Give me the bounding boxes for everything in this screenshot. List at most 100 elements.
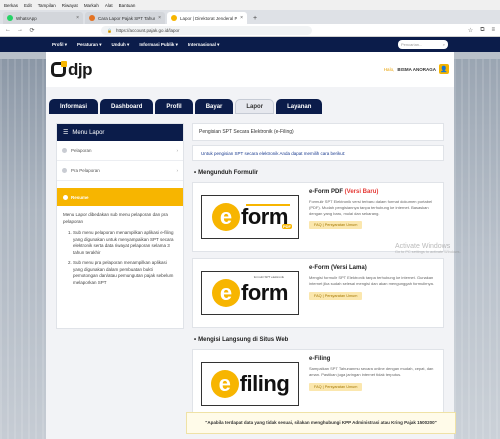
logo-word: form — [241, 280, 288, 305]
bookmark-star-icon[interactable]: ☆ — [468, 27, 473, 34]
panel-title: Pengisian SPT Secara Elektronik (e-Filin… — [192, 123, 444, 141]
sidebar-item-label: Pra Pelaporan — [71, 168, 100, 173]
reload-icon[interactable]: ⟳ — [29, 27, 35, 34]
pdf-badge: PDF — [282, 224, 292, 229]
logo-strip — [246, 204, 290, 206]
logo-tag: formulir SPT elektronik — [253, 275, 284, 279]
menu-tampilan[interactable]: Tampilan — [38, 3, 56, 8]
menu-berkas[interactable]: Berkas — [4, 3, 18, 8]
pra-pelaporan-icon — [62, 168, 67, 173]
efiling-card: e filing e-Filing Sampaikan SPT Tahunanm… — [192, 349, 444, 419]
site-search-input[interactable]: Pencarian... ⌕ — [398, 40, 448, 49]
hamburger-icon: ☰ — [63, 130, 69, 136]
menu-markah[interactable]: Markah — [84, 3, 99, 8]
user-menu[interactable]: Halo, BISMA ANORAGA 👤 — [384, 64, 449, 74]
menu-hamburger-icon[interactable]: ≡ — [491, 27, 495, 34]
logo-e-letter: e — [212, 203, 241, 231]
efiling-panel: Pengisian SPT Secara Elektronik (e-Filin… — [192, 123, 444, 439]
page-tabs: Informasi Dashboard Profil Bayar Lapor L… — [46, 99, 454, 114]
nav-peraturan[interactable]: Peraturan ▾ — [77, 42, 102, 48]
sidebar-item-pra-pelaporan[interactable]: Pra Pelaporan › — [57, 161, 183, 181]
djp-favicon-icon — [171, 15, 177, 21]
close-tab-icon[interactable]: × — [158, 15, 161, 21]
browser-tab-whatsapp[interactable]: WhatsApp × — [3, 12, 83, 24]
back-icon[interactable]: ← — [5, 27, 11, 33]
tab-dashboard[interactable]: Dashboard — [100, 99, 154, 114]
eform-pdf-desc: Formulir SPT Elektronik versi terbaru da… — [309, 199, 433, 216]
forward-icon[interactable]: → — [17, 27, 23, 33]
panel-intro: Untuk pengisian SPT secara elektronik An… — [192, 145, 444, 161]
close-tab-icon[interactable]: × — [240, 15, 243, 21]
tab-profil[interactable]: Profil — [155, 99, 193, 114]
main-content: Informasi Dashboard Profil Bayar Lapor L… — [46, 87, 454, 439]
close-tab-icon[interactable]: × — [76, 15, 79, 21]
version-new-label: (Versi Baru) — [344, 189, 379, 195]
site-top-nav: Profil ▾ Peraturan ▾ Unduh ▾ Informasi P… — [0, 37, 500, 52]
eform-old-faq-button[interactable]: FAQ | Persyaratan Umum — [309, 291, 363, 300]
extensions-icon[interactable]: ⧉ — [480, 27, 484, 34]
sidebar-title: Menu Lapor — [72, 129, 105, 136]
eform-pdf-info: e-Form PDF (Versi Baru) Formulir SPT Ele… — [309, 189, 441, 230]
web-page: Profil ▾ Peraturan ▾ Unduh ▾ Informasi P… — [0, 37, 500, 439]
nav-unduh[interactable]: Unduh ▾ — [112, 42, 130, 48]
url-text: https://account.pajak.go.id/lapor — [115, 27, 180, 33]
sidebar-list: Sub menu pelaporan menampilkan aplikasi … — [57, 226, 183, 287]
site-favicon-icon — [89, 15, 95, 21]
eform-old-info: e-Form (Versi Lama) Mengisi formulir SPT… — [309, 265, 441, 300]
tab-label: WhatsApp — [16, 15, 37, 21]
chevron-right-icon: › — [176, 148, 179, 153]
efiling-faq-button[interactable]: FAQ | Persyaratan Umum — [309, 382, 363, 391]
chevron-right-icon: › — [176, 168, 179, 173]
menu-riwayat[interactable]: Riwayat — [62, 3, 78, 8]
browser-menubar: Berkas Edit Tampilan Riwayat Markah Alat… — [0, 0, 500, 10]
eform-pdf-name: e-Form PDF (Versi Baru) — [309, 189, 379, 195]
background-building-left — [0, 59, 46, 439]
section-direct-heading: • Mengisi Langsung di Situs Web — [194, 337, 289, 343]
efiling-name: e-Filing — [309, 356, 331, 362]
tab-lapor[interactable]: Lapor — [235, 99, 275, 114]
nav-informasi-publik[interactable]: Informasi Publik ▾ — [139, 42, 178, 48]
bullet-icon: • — [194, 170, 197, 176]
tab-informasi[interactable]: Informasi — [49, 99, 99, 114]
sidebar-header: ☰ Menu Lapor — [57, 124, 183, 141]
notice-banner: "Apabila terdapat data yang tidak sesuai… — [186, 412, 456, 434]
browser-tab-lapor[interactable]: Lapor | Direktorat Jenderal Pajak × — [167, 12, 247, 24]
url-field[interactable]: 🔒 https://account.pajak.go.id/lapor — [101, 25, 312, 35]
sidebar-menu-lapor: ☰ Menu Lapor Pelaporan › Pra Pelaporan ›… — [56, 123, 184, 329]
efiling-desc: Sampaikan SPT Tahunanmu secara online de… — [309, 366, 434, 377]
nav-profil[interactable]: Profil ▾ — [52, 42, 67, 48]
menu-bantuan[interactable]: Bantuan — [119, 3, 136, 8]
eform-old-logo[interactable]: formulir SPT elektronik e form — [201, 271, 299, 315]
menu-edit[interactable]: Edit — [24, 3, 32, 8]
greeting: Halo, — [383, 66, 395, 72]
tab-bayar[interactable]: Bayar — [194, 99, 234, 114]
djp-logo[interactable]: djp — [51, 61, 93, 78]
eform-pdf-faq-button[interactable]: FAQ | Persyaratan Umum — [309, 221, 363, 230]
site-header: djp Halo, BISMA ANORAGA 👤 — [46, 52, 454, 87]
logo-word: filing — [239, 371, 290, 396]
browser-addressbar: ← → ⟳ 🔒 https://account.pajak.go.id/lapo… — [0, 24, 500, 37]
efiling-logo[interactable]: e filing — [201, 362, 299, 406]
sidebar-item-pelaporan[interactable]: Pelaporan › — [57, 141, 183, 161]
efiling-info: e-Filing Sampaikan SPT Tahunanmu secara … — [309, 356, 441, 391]
new-tab-button[interactable]: + — [249, 15, 261, 24]
search-icon[interactable]: ⌕ — [443, 42, 445, 47]
nav-internasional[interactable]: Internasional ▾ — [188, 42, 220, 48]
sidebar-intro: Menu Lapor dibedakan sub menu pelaporan … — [63, 212, 168, 224]
browser-tab-cara-lapor[interactable]: Cara Lapor Pajak SPT Tahunan × — [85, 12, 165, 24]
browser-tabbar: WhatsApp × Cara Lapor Pajak SPT Tahunan … — [0, 10, 500, 24]
user-avatar-icon[interactable]: 👤 — [439, 64, 449, 74]
resume-header: Resume — [57, 188, 183, 206]
logo-e-letter: e — [210, 370, 239, 398]
tab-label: Cara Lapor Pajak SPT Tahunan — [98, 15, 156, 21]
user-name: BISMA ANORAGA — [397, 66, 436, 72]
sidebar-list-item: Sub menu pra pelaporan menampilkan aplik… — [73, 260, 177, 287]
tab-layanan[interactable]: Layanan — [276, 99, 323, 114]
lock-icon: 🔒 — [107, 27, 112, 33]
background-building-right — [454, 59, 500, 439]
eform-pdf-logo[interactable]: e form PDF — [201, 195, 299, 239]
section-download-heading: • Mengunduh Formulir — [194, 170, 259, 176]
menu-alat[interactable]: Alat — [105, 3, 113, 8]
sidebar-list-item: Sub menu pelaporan menampilkan aplikasi … — [73, 230, 177, 257]
sidebar-item-label: Pelaporan — [71, 148, 92, 153]
